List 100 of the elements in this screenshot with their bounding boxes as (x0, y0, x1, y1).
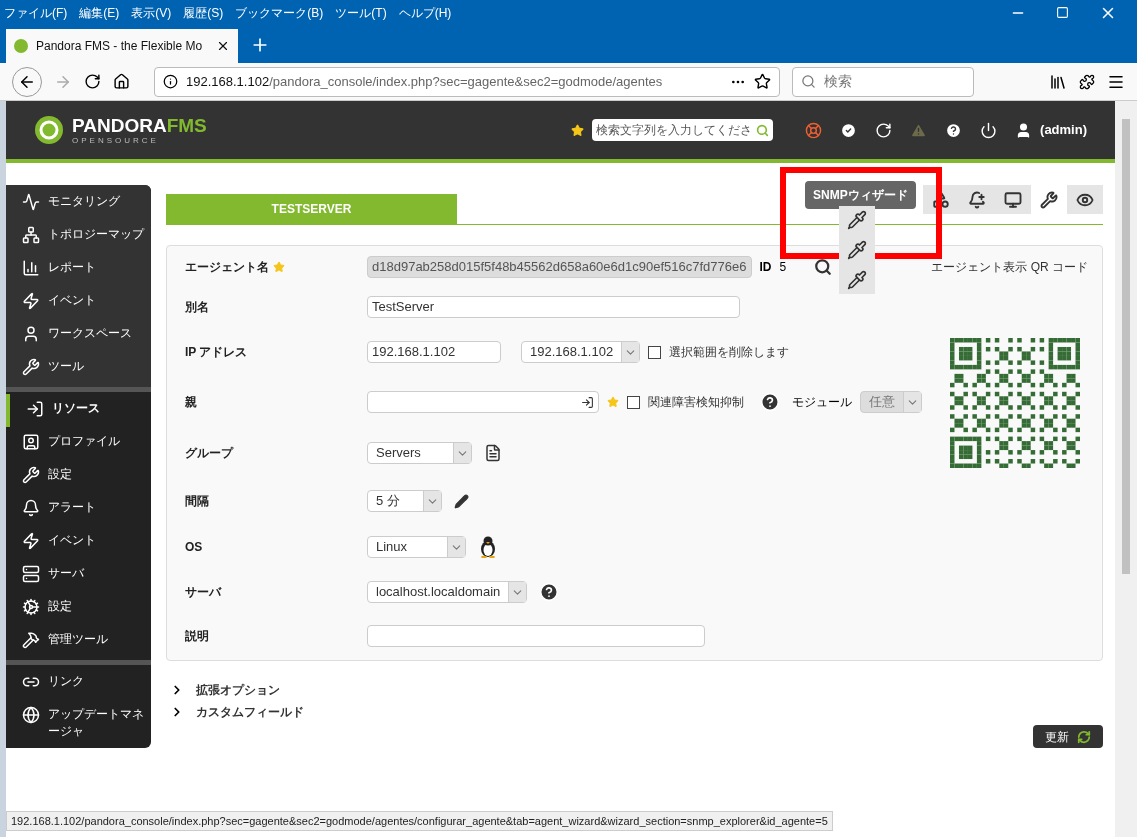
alias-field[interactable]: TestServer (367, 296, 740, 318)
help-icon[interactable] (945, 121, 963, 139)
ip-address-select[interactable]: 192.168.1.102 (521, 341, 641, 363)
toolbar-button[interactable] (995, 185, 1031, 214)
sidebar-item[interactable]: アラート (6, 493, 151, 526)
field-label: サーバ (185, 584, 221, 601)
sidebar-item[interactable]: イベント (6, 526, 151, 559)
qr-title: エージェント表示 QR コード (931, 259, 1088, 276)
os-select[interactable]: Linux (367, 536, 466, 558)
menu-icon (22, 598, 40, 616)
sidebar-item[interactable]: アップデートマネージャ (6, 700, 151, 746)
agent-name-field[interactable]: d18d97ab258d015f5f48b45562d658a60e6d1c90ef516c7fd776e6 (367, 256, 752, 278)
menu-item[interactable]: 表示(V) (131, 3, 172, 22)
probe-icon[interactable] (847, 270, 867, 290)
sidebar-item[interactable]: 設定 (6, 460, 151, 493)
menu-icon (22, 499, 40, 517)
server-select[interactable]: localhost.localdomain (367, 581, 528, 603)
search-icon (801, 74, 816, 89)
sidebar-item[interactable]: イベント (6, 286, 151, 319)
document-icon[interactable] (484, 444, 502, 462)
library-icon[interactable] (1049, 72, 1067, 91)
menu-item[interactable]: 編集(E) (79, 3, 120, 22)
home-icon[interactable] (113, 73, 130, 90)
sidebar-item[interactable]: レポート (6, 253, 151, 286)
toolbar-icon (968, 190, 986, 209)
module-label: モジュール (792, 394, 852, 411)
menu-icon (22, 433, 40, 451)
menu-item[interactable]: ツール(T) (335, 3, 387, 22)
logo-text: PANDORAFMS (72, 115, 207, 135)
refresh-icon (1077, 729, 1091, 744)
url-text: 192.168.1.102/pandora_console/index.php?sec=gagente&sec2=godmode/agentes (186, 72, 664, 91)
star-icon (607, 396, 619, 408)
info-icon (163, 74, 178, 89)
menu-item[interactable]: ファイル(F) (4, 3, 68, 22)
address-bar[interactable]: 192.168.1.102/pandora_console/index.php?sec=gagente&sec2=godmode/agentes (154, 66, 780, 97)
menu-item[interactable]: ブックマーク(B) (235, 3, 324, 22)
user-name[interactable]: (admin) (1040, 120, 1087, 140)
menu-item[interactable]: 履歴(S) (183, 3, 224, 22)
checkbox-label: 選択範囲を削除します (669, 344, 790, 361)
menu-icon (22, 358, 40, 376)
field-label: IP アドレス (185, 344, 248, 361)
header-search-field[interactable]: 検索文字列を入力してくださ (592, 119, 774, 141)
pandora-logo-icon (34, 115, 64, 145)
search-icon[interactable] (814, 258, 833, 276)
star-icon[interactable] (571, 123, 585, 137)
sidebar-item[interactable]: プロファイル (6, 427, 151, 460)
interval-select[interactable]: 5 分 (367, 490, 442, 512)
menu-icon (22, 631, 40, 649)
field-label: グループ (185, 445, 233, 462)
sidebar-item[interactable]: モニタリング (6, 187, 151, 220)
group-select[interactable]: Servers (367, 442, 472, 464)
browser-search-field[interactable]: 検索 (792, 66, 974, 97)
menu-icon (22, 226, 40, 244)
parent-field[interactable] (367, 391, 599, 413)
scrollbar[interactable] (1115, 101, 1137, 837)
sidebar-item[interactable]: リンク (6, 667, 151, 700)
checkbox-label: 関連障害検知抑制 (648, 394, 744, 411)
browser-tab[interactable]: Pandora FMS - the Flexible Mo (6, 29, 238, 63)
menu-item[interactable]: ヘルプ(H) (398, 3, 452, 22)
ip-address-field[interactable]: 192.168.1.102 (367, 341, 501, 363)
field-label: 間隔 (185, 493, 209, 510)
toolbar-icon (1004, 190, 1022, 209)
tooltip: SNMPウィザード (805, 181, 916, 209)
update-button[interactable]: 更新 (1033, 725, 1103, 748)
lifebuoy-icon[interactable] (805, 121, 823, 139)
pencil-icon[interactable] (454, 493, 469, 509)
sidebar-item[interactable]: 管理ツール (6, 625, 151, 658)
extension-icon[interactable] (1079, 73, 1095, 90)
sidebar-item[interactable]: 設定 (6, 592, 151, 625)
reload-icon[interactable] (84, 73, 101, 90)
menu-icon (22, 325, 40, 343)
probe-icon[interactable] (847, 210, 867, 230)
checkbox[interactable] (627, 395, 640, 409)
pandora-logo-icon (14, 39, 28, 53)
description-field[interactable] (367, 625, 705, 647)
expander[interactable]: カスタムフィールド (170, 703, 1103, 721)
refresh-icon[interactable] (875, 121, 893, 139)
sidebar-item[interactable]: サーバ (6, 559, 151, 592)
checkbox[interactable] (648, 345, 662, 359)
probe-icon[interactable] (847, 240, 867, 260)
maximize-icon[interactable] (1056, 6, 1069, 19)
agent-id: 5 (779, 259, 787, 276)
id-label: ID (759, 259, 772, 276)
toolbar-button[interactable] (1067, 185, 1103, 214)
power-icon[interactable] (980, 121, 998, 139)
check-icon[interactable] (840, 121, 858, 139)
menu-icon (22, 259, 40, 277)
field-label: エージェント名 (185, 259, 269, 276)
sidebar-item[interactable]: トポロジーマップ (6, 220, 151, 253)
menu-icon (22, 565, 40, 583)
expander[interactable]: 拡張オプション (170, 681, 1103, 699)
sidebar-item[interactable]: ワークスペース (6, 319, 151, 352)
field-label: OS (185, 539, 203, 556)
sidebar-item[interactable]: ツール (6, 352, 151, 385)
field-label: 説明 (185, 628, 209, 645)
sidebar-item[interactable]: リソース (6, 394, 151, 427)
search-icon (756, 123, 770, 137)
close-icon[interactable] (216, 39, 230, 53)
bookmark-star-icon[interactable] (754, 73, 771, 90)
logo-subtitle: OPENSOURCE (72, 136, 160, 145)
